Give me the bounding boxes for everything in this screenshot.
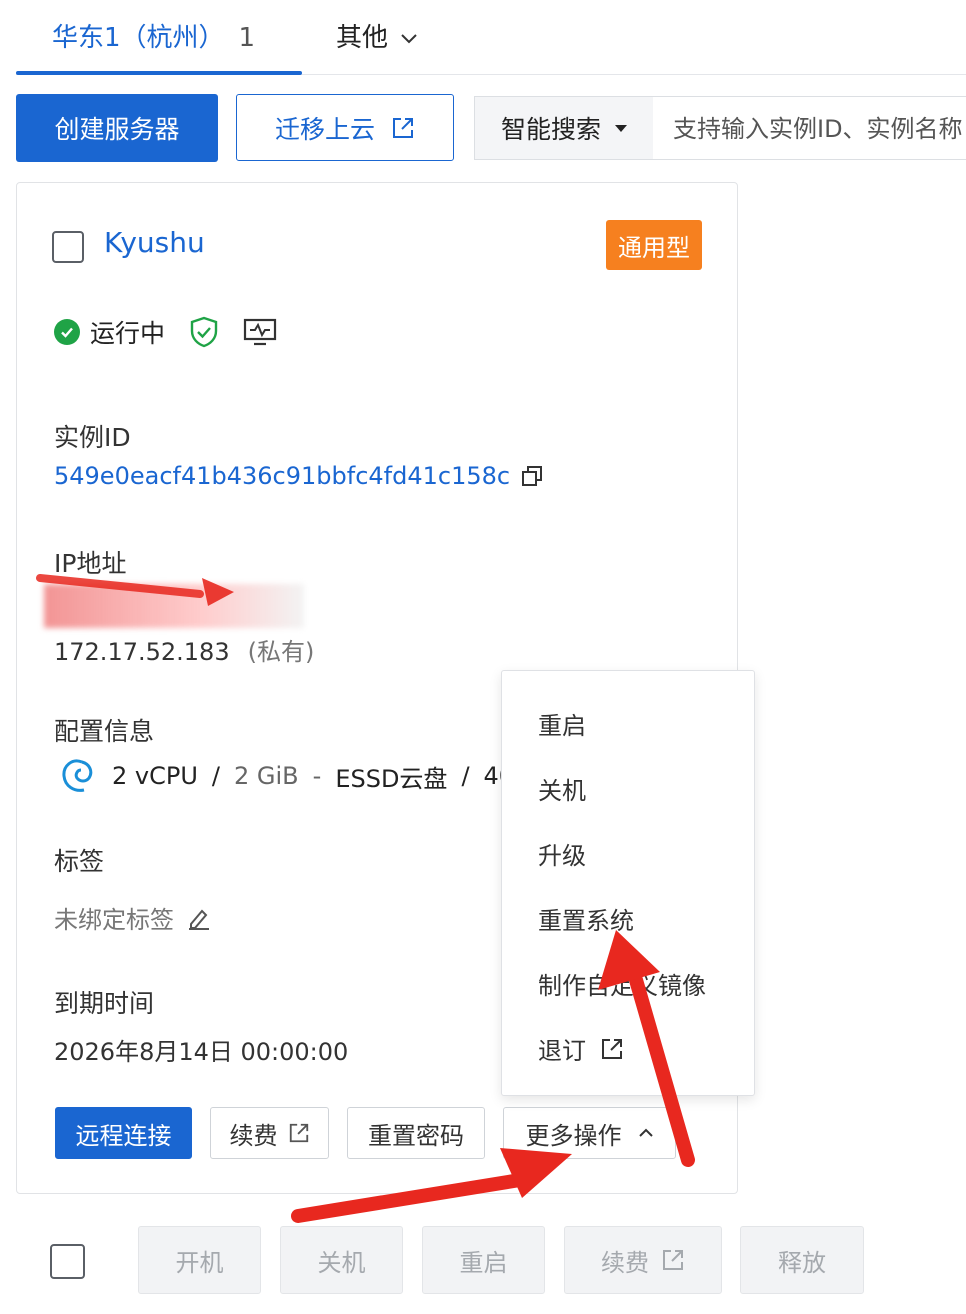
config-sep-1: /	[211, 762, 220, 790]
renew-label: 续费	[229, 1121, 278, 1150]
tags-label: 标签	[54, 847, 105, 876]
config-dash: -	[312, 762, 322, 790]
create-server-button[interactable]: 创建服务器	[16, 94, 218, 162]
copy-icon[interactable]	[520, 464, 544, 488]
select-all-checkbox[interactable]	[50, 1244, 85, 1279]
config-label: 配置信息	[54, 717, 155, 746]
batch-release-button[interactable]: 释放	[740, 1226, 864, 1294]
batch-stop-label: 关机	[317, 1248, 366, 1277]
private-ip-value: 172.17.52.183	[54, 638, 230, 666]
external-link-icon	[661, 1248, 685, 1272]
remote-connect-button[interactable]: 远程连接	[55, 1107, 192, 1159]
external-link-icon	[288, 1122, 310, 1144]
expire-value: 2026年8月14日 00:00:00	[54, 1038, 349, 1066]
edit-icon[interactable]	[186, 905, 212, 931]
instance-checkbox[interactable]	[52, 231, 84, 263]
ip-label: IP地址	[54, 549, 127, 578]
renew-button[interactable]: 续费	[210, 1107, 329, 1159]
reset-password-button[interactable]: 重置密码	[347, 1107, 485, 1159]
debian-logo-icon	[58, 754, 98, 798]
batch-restart-button[interactable]: 重启	[422, 1226, 545, 1294]
search-box: 智能搜索	[474, 96, 966, 160]
batch-restart-label: 重启	[459, 1248, 508, 1277]
tags-row: 未绑定标签	[54, 900, 212, 935]
config-mem: 2 GiB	[234, 762, 299, 790]
check-circle-icon	[54, 319, 80, 345]
menu-item-unsubscribe[interactable]: 退订	[538, 1031, 624, 1066]
external-link-icon	[600, 1037, 624, 1061]
redacted-public-ip	[44, 584, 304, 628]
menu-item-custom-image[interactable]: 制作自定义镜像	[538, 966, 706, 1001]
private-ip-tag: (私有)	[247, 638, 315, 666]
menu-item-reset-system[interactable]: 重置系统	[538, 901, 634, 936]
external-link-icon	[391, 116, 415, 140]
menu-item-restart[interactable]: 重启	[538, 706, 586, 741]
more-actions-label: 更多操作	[525, 1121, 622, 1150]
batch-start-button[interactable]: 开机	[138, 1226, 261, 1294]
private-ip-row: 172.17.52.183 (私有)	[54, 632, 314, 667]
config-vcpu: 2 vCPU	[112, 762, 198, 790]
tab-region-hangzhou[interactable]: 华东1（杭州） 1	[52, 18, 255, 58]
batch-start-label: 开机	[175, 1248, 224, 1277]
tab-other[interactable]: 其他	[336, 18, 418, 58]
more-actions-menu: 重启 关机 升级 重置系统 制作自定义镜像 退订	[501, 670, 755, 1096]
instance-id-value[interactable]: 549e0eacf41b436c91bbfc4fd41c158c	[54, 462, 510, 490]
reset-password-label: 重置密码	[368, 1121, 464, 1150]
search-type-select[interactable]: 智能搜索	[475, 97, 653, 159]
expire-label: 到期时间	[54, 989, 155, 1018]
create-server-label: 创建服务器	[54, 115, 180, 144]
tab-region-count: 1	[238, 23, 256, 53]
caret-down-icon	[615, 124, 627, 132]
monitor-icon[interactable]	[243, 317, 277, 347]
config-disk: ESSD云盘	[335, 764, 448, 793]
chevron-up-icon	[638, 1128, 654, 1138]
active-tab-indicator	[16, 71, 302, 75]
search-input[interactable]	[653, 97, 966, 159]
tab-other-label: 其他	[336, 23, 389, 53]
batch-stop-button[interactable]: 关机	[280, 1226, 403, 1294]
instance-id-row: 549e0eacf41b436c91bbfc4fd41c158c	[54, 462, 544, 490]
menu-item-upgrade[interactable]: 升级	[538, 836, 586, 871]
batch-renew-label: 续费	[601, 1248, 649, 1277]
more-actions-button[interactable]: 更多操作	[503, 1107, 676, 1159]
status-row: 运行中	[54, 314, 277, 350]
search-type-label: 智能搜索	[500, 115, 601, 144]
remote-connect-label: 远程连接	[75, 1121, 172, 1150]
batch-renew-button[interactable]: 续费	[564, 1226, 722, 1294]
status-text: 运行中	[90, 319, 166, 348]
migrate-cloud-button[interactable]: 迁移上云	[236, 94, 454, 161]
instance-id-label: 实例ID	[54, 423, 131, 452]
chevron-down-icon	[400, 33, 418, 45]
shield-check-icon[interactable]	[189, 316, 219, 348]
batch-release-label: 释放	[778, 1248, 826, 1277]
instance-name[interactable]: Kyushu	[104, 226, 205, 259]
tags-value: 未绑定标签	[54, 906, 174, 934]
menu-item-unsubscribe-label: 退订	[538, 1037, 586, 1065]
instance-type-badge: 通用型	[606, 220, 702, 270]
menu-item-shutdown[interactable]: 关机	[538, 771, 586, 806]
config-sep-2: /	[461, 762, 470, 790]
migrate-cloud-label: 迁移上云	[274, 114, 375, 144]
config-row: 2 vCPU / 2 GiB - ESSD云盘 / 40	[58, 754, 514, 798]
tab-region-label: 华东1（杭州）	[52, 23, 225, 53]
